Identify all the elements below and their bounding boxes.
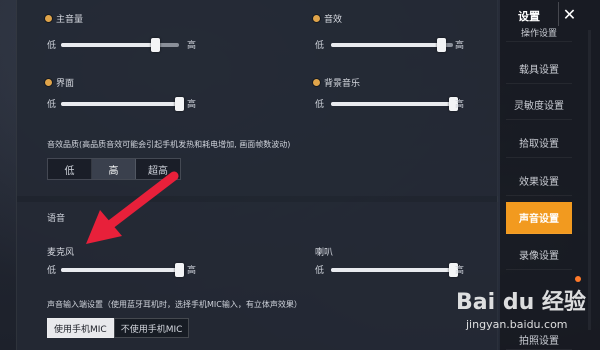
slider-fill: [61, 43, 156, 47]
slider-thumb[interactable]: [436, 38, 446, 52]
interface-volume-text: 界面: [56, 79, 75, 89]
effects-volume-text: 音效: [324, 15, 343, 25]
slider-fill: [61, 102, 179, 106]
sidebar-item-recording[interactable]: 录像设置: [506, 240, 572, 270]
mic-volume-label: 麦克风: [47, 248, 75, 258]
watermark-logo: Bai du 经验: [456, 290, 586, 315]
sidebar-item-pickup[interactable]: 拾取设置: [506, 128, 572, 158]
master-volume-high: 高: [187, 41, 197, 51]
baidu-jingyan-watermark: Bai du 经验 jingyan.baidu.com: [452, 278, 600, 350]
slider-fill: [331, 43, 441, 47]
slider-thumb[interactable]: [175, 263, 184, 277]
mic-input-selector: 使用手机MIC 不使用手机MIC: [47, 318, 190, 340]
speaker-volume-high: 高: [455, 266, 465, 276]
interface-volume-high: 高: [187, 100, 197, 110]
sidebar-item-effects[interactable]: 效果设置: [506, 166, 572, 196]
bgm-volume-text: 背景音乐: [324, 79, 361, 89]
speaker-volume-label: 喇叭: [315, 248, 334, 258]
master-volume-label: 主音量: [45, 12, 83, 25]
master-volume-slider[interactable]: [61, 38, 179, 52]
slider-fill: [331, 268, 453, 272]
effects-volume-label: 音效: [313, 12, 342, 25]
sidebar-item-vehicle[interactable]: 载具设置: [506, 54, 572, 84]
interface-volume-label: 界面: [45, 76, 74, 89]
bgm-volume-low: 低: [315, 100, 325, 110]
bullet-icon: [45, 79, 52, 86]
mic-volume-high: 高: [187, 266, 197, 276]
master-volume-low: 低: [47, 41, 57, 51]
close-button[interactable]: ✕: [558, 2, 580, 26]
slider-fill: [61, 268, 179, 272]
use-phone-mic-button[interactable]: 使用手机MIC: [47, 318, 114, 338]
mic-volume-low: 低: [47, 266, 57, 276]
sidebar-item-sensitivity[interactable]: 灵敏度设置: [506, 90, 572, 120]
interface-volume-slider[interactable]: [61, 97, 184, 111]
red-arrow-icon: [86, 171, 179, 244]
no-phone-mic-button[interactable]: 不使用手机MIC: [113, 318, 190, 338]
sidebar-item-sound[interactable]: 声音设置: [506, 202, 572, 234]
speaker-volume-low: 低: [315, 266, 325, 276]
bullet-icon: [313, 79, 320, 86]
mic-input-description: 声音输入端设置（使用蓝牙耳机时，选择手机MIC输入，有立体声效果）: [47, 300, 302, 309]
sound-section: 主音量 低 高 音效 低 高 界面 低 高 背景音乐 低 高 音效品质(高品质音…: [17, 0, 499, 196]
effects-volume-slider[interactable]: [331, 38, 453, 52]
watermark-url: jingyan.baidu.com: [466, 318, 568, 331]
sidebar-item-controls[interactable]: 操作设置: [506, 24, 572, 42]
mic-volume-slider[interactable]: [61, 263, 184, 277]
interface-volume-low: 低: [47, 100, 57, 110]
bgm-volume-label: 背景音乐: [313, 76, 360, 89]
effects-volume-low: 低: [315, 41, 325, 51]
bullet-icon: [313, 15, 320, 22]
bgm-volume-high: 高: [455, 100, 465, 110]
master-volume-text: 主音量: [56, 15, 84, 25]
speaker-volume-slider[interactable]: [331, 263, 458, 277]
bullet-icon: [45, 15, 52, 22]
slider-thumb[interactable]: [175, 97, 184, 111]
effects-volume-high: 高: [455, 41, 465, 51]
bgm-volume-slider[interactable]: [331, 97, 458, 111]
slider-fill: [331, 102, 453, 106]
close-icon: ✕: [562, 4, 577, 24]
sound-quality-description: 音效品质(高品质音效可能会引起手机发热和耗电增加, 画面帧数波动): [47, 140, 291, 149]
voice-section-title: 语音: [47, 214, 66, 224]
sidebar-title: 设置: [518, 10, 540, 23]
slider-thumb[interactable]: [151, 38, 161, 52]
